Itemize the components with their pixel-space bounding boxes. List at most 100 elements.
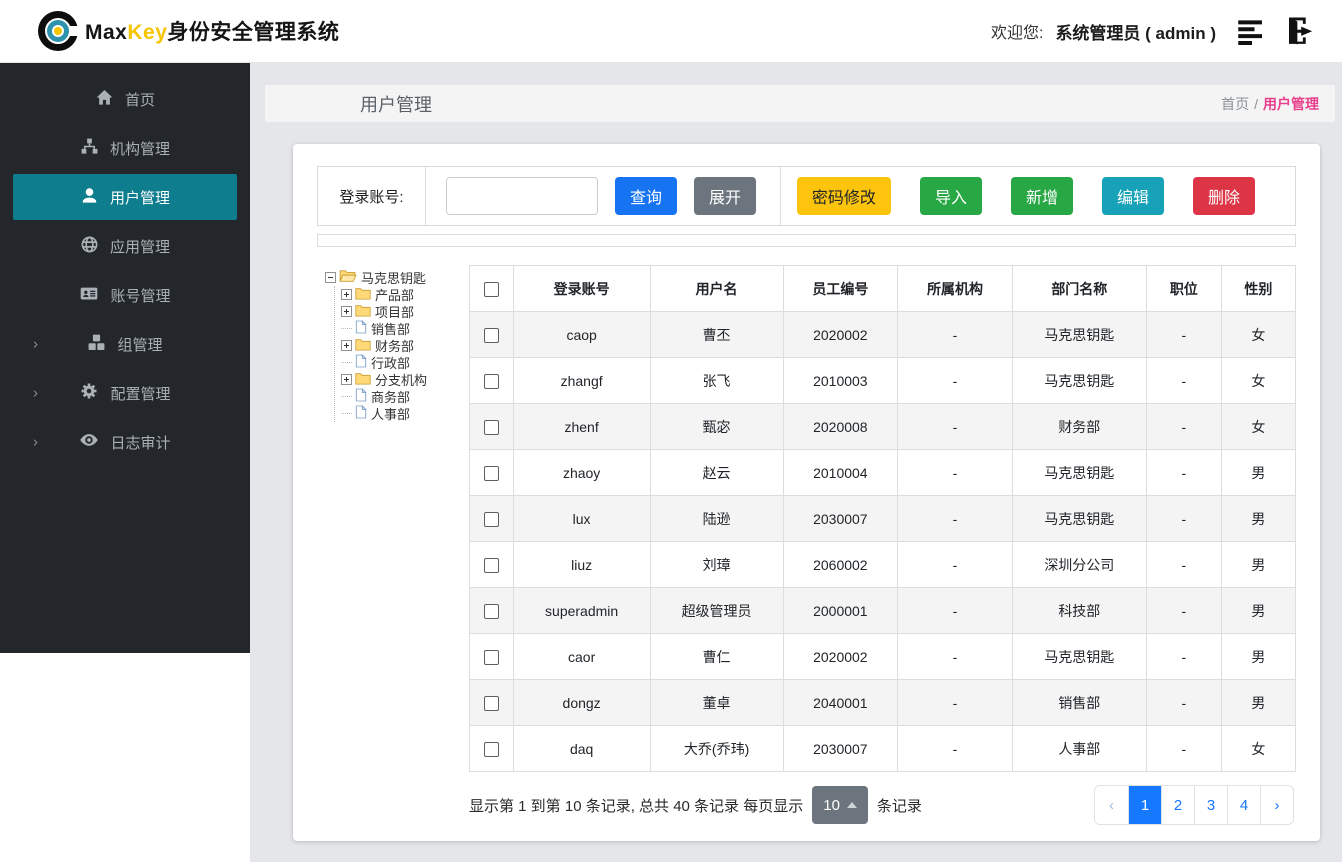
cell-gender: 男 (1220, 495, 1297, 542)
users-table: 登录账号 用户名 员工编号 所属机构 部门名称 职位 性别 caop 曹丕 20… (469, 265, 1297, 772)
cell-gender: 男 (1220, 633, 1297, 680)
page-size-select[interactable]: 10 (812, 786, 868, 824)
row-checkbox[interactable] (483, 419, 499, 435)
app-title: MaxKey身份安全管理系统 (85, 16, 339, 46)
pagination-prev[interactable]: ‹ (1095, 786, 1128, 824)
page-header-bar: 用户管理 首页 / 用户管理 (265, 85, 1335, 122)
row-checkbox[interactable] (483, 649, 499, 665)
cell-employee-no: 2010004 (782, 449, 899, 496)
id-card-icon (79, 284, 99, 307)
import-button[interactable]: 导入 (919, 177, 982, 215)
pagination-next[interactable]: › (1260, 786, 1293, 824)
row-checkbox[interactable] (483, 695, 499, 711)
table-row[interactable]: dongz 董卓 2040001- 销售部 - 男 (469, 679, 1297, 726)
row-checkbox[interactable] (483, 511, 499, 527)
row-checkbox[interactable] (483, 557, 499, 573)
menu-list-icon[interactable] (1236, 16, 1268, 46)
tree-node[interactable]: 人事部 (341, 404, 467, 423)
row-checkbox[interactable] (483, 741, 499, 757)
expand-plus-icon[interactable] (341, 374, 352, 385)
row-checkbox[interactable] (483, 373, 499, 389)
delete-button[interactable]: 删除 (1192, 177, 1255, 215)
sidebar-item-label: 应用管理 (109, 238, 170, 256)
tree-node-root[interactable]: 马克思钥匙 (325, 269, 467, 286)
sidebar-item-label: 配置管理 (110, 385, 171, 403)
tree-node[interactable]: 项目部 (341, 303, 467, 320)
add-button[interactable]: 新增 (1010, 177, 1073, 215)
table-row[interactable]: caor 曹仁 2020002- 马克思钥匙 - 男 (469, 633, 1297, 680)
edit-button[interactable]: 编辑 (1101, 177, 1164, 215)
change-password-button[interactable]: 密码修改 (796, 177, 891, 215)
pagination-page-2[interactable]: 2 (1161, 786, 1194, 824)
pagination-page-3[interactable]: 3 (1194, 786, 1227, 824)
file-icon (355, 404, 367, 422)
cell-org: - (897, 725, 1013, 772)
records-summary-right: 条记录 (876, 797, 922, 815)
tree-node[interactable]: 销售部 (341, 319, 467, 337)
gears-icon (79, 381, 99, 405)
sidebar-item-account-mgmt[interactable]: 账号管理 (13, 272, 237, 318)
cell-employee-no: 2020002 (782, 311, 899, 358)
cell-position: - (1145, 679, 1222, 726)
tree-node[interactable]: 商务部 (341, 387, 467, 405)
cubes-icon (87, 333, 106, 356)
pagination: ‹ 1 2 3 4 › (1094, 785, 1294, 825)
sidebar-item-config-mgmt[interactable]: › 配置管理 (13, 370, 237, 416)
pagination-page-4[interactable]: 4 (1227, 786, 1260, 824)
expand-plus-icon[interactable] (341, 340, 352, 351)
sidebar-item-app-mgmt[interactable]: 应用管理 (13, 223, 237, 269)
org-tree: 马克思钥匙 产品部 项目部 销售部 财务部 行政部 分支机构 商务部 人事部 (317, 265, 467, 825)
sidebar-item-user-mgmt[interactable]: 用户管理 (13, 174, 237, 220)
sidebar-item-label: 用户管理 (109, 189, 170, 207)
table-row[interactable]: zhenf 甄宓 2020008- 财务部 - 女 (469, 403, 1297, 450)
sidebar-item-org-mgmt[interactable]: 机构管理 (13, 125, 237, 171)
cell-username: 甄宓 (649, 403, 784, 450)
brand-suffix: 身份安全管理系统 (167, 21, 340, 44)
table-row[interactable]: superadmin 超级管理员 2000001- 科技部 - 男 (469, 587, 1297, 634)
sidebar-item-label: 日志审计 (110, 434, 171, 452)
cell-department: 马克思钥匙 (1011, 449, 1147, 496)
collapsed-advanced-search-strip (317, 234, 1296, 247)
cell-username: 赵云 (649, 449, 784, 496)
tree-node[interactable]: 财务部 (341, 337, 467, 354)
table-row[interactable]: lux 陆逊 2030007- 马克思钥匙 - 男 (469, 495, 1297, 542)
cell-username: 陆逊 (649, 495, 784, 542)
folder-icon (355, 372, 371, 388)
table-footer: 显示第 1 到第 10 条记录, 总共 40 条记录 每页显示 10 条记录 ‹… (469, 785, 1296, 825)
table-row[interactable]: zhaoy 赵云 2010004- 马克思钥匙 - 男 (469, 449, 1297, 496)
caret-up-icon (846, 802, 857, 808)
table-row[interactable]: caop 曹丕 2020002- 马克思钥匙 - 女 (469, 311, 1297, 358)
collapse-minus-icon[interactable] (325, 272, 336, 283)
cell-position: - (1145, 587, 1222, 634)
tree-connector (341, 362, 352, 363)
row-checkbox[interactable] (483, 465, 499, 481)
sidebar-item-home[interactable]: 首页 (13, 76, 237, 122)
expand-plus-icon[interactable] (341, 306, 352, 317)
sidebar-item-label: 首页 (124, 91, 155, 109)
table-row[interactable]: daq 大乔(乔玮) 2030007- 人事部 - 女 (469, 725, 1297, 772)
row-checkbox[interactable] (483, 327, 499, 343)
expand-plus-icon[interactable] (341, 289, 352, 300)
row-checkbox[interactable] (483, 603, 499, 619)
sidebar-item-log-audit[interactable]: › 日志审计 (13, 419, 237, 465)
cell-employee-no: 2000001 (782, 587, 899, 634)
tree-node-label[interactable]: 人事部 (370, 404, 410, 423)
pagination-page-1[interactable]: 1 (1128, 786, 1161, 824)
cell-gender: 男 (1220, 587, 1297, 634)
table-row[interactable]: zhangf 张飞 2010003- 马克思钥匙 - 女 (469, 357, 1297, 404)
tree-node[interactable]: 分支机构 (341, 371, 467, 388)
expand-button[interactable]: 展开 (694, 177, 757, 215)
sidebar-item-group-mgmt[interactable]: › 组管理 (13, 321, 237, 367)
breadcrumb-home-link[interactable]: 首页 (1221, 94, 1249, 114)
cell-gender: 女 (1220, 357, 1297, 404)
login-account-input[interactable] (446, 177, 598, 215)
tree-node[interactable]: 行政部 (341, 353, 467, 371)
records-summary-left: 显示第 1 到第 10 条记录, 总共 40 条记录 每页显示 (469, 797, 804, 815)
col-org: 所属机构 (897, 265, 1013, 312)
table-row[interactable]: liuz 刘璋 2060002- 深圳分公司 - 男 (469, 541, 1297, 588)
query-button[interactable]: 查询 (615, 177, 678, 215)
select-all-checkbox[interactable] (483, 281, 499, 297)
tree-node[interactable]: 产品部 (341, 286, 467, 303)
sidebar-nav: 首页 机构管理 用户管理 应用管理 账号管理 › 组管理 › 配置管理 › 日志… (0, 63, 250, 653)
logout-icon[interactable] (1280, 15, 1316, 47)
